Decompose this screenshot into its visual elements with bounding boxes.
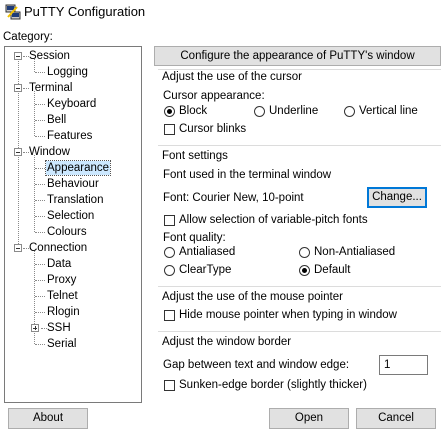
- cursor-block-label[interactable]: Block: [179, 105, 207, 117]
- cursor-blinks-label[interactable]: Cursor blinks: [179, 123, 246, 135]
- hide-pointer-label[interactable]: Hide mouse pointer when typing in window: [179, 309, 397, 321]
- cursor-vertical-line-label[interactable]: Vertical line: [359, 105, 418, 117]
- antialiased-label[interactable]: Antialiased: [179, 246, 235, 258]
- category-tree[interactable]: Session Logging Terminal Keyboard Bell F…: [4, 46, 142, 403]
- tree-item-label: Appearance: [47, 162, 110, 174]
- tree-item-serial[interactable]: Serial: [47, 337, 76, 351]
- cursor-blinks-checkbox[interactable]: [164, 124, 175, 135]
- cursor-block-radio[interactable]: [164, 106, 175, 117]
- cleartype-label[interactable]: ClearType: [179, 264, 231, 276]
- cleartype-radio[interactable]: [164, 265, 175, 276]
- mouse-group-title: Adjust the use of the mouse pointer: [162, 291, 343, 303]
- tree-item-label: Serial: [47, 338, 77, 350]
- tree-item-label: Session: [29, 50, 70, 62]
- non-antialiased-radio[interactable]: [299, 247, 310, 258]
- tree-item-logging[interactable]: Logging: [47, 65, 88, 79]
- cursor-underline-radio[interactable]: [254, 106, 265, 117]
- tree-item-window[interactable]: Window: [29, 145, 70, 159]
- tree-item-label: Colours: [47, 226, 87, 238]
- tree-item-label: Window: [29, 146, 70, 158]
- tree-item-ssh[interactable]: SSH: [47, 321, 71, 335]
- tree-item-rlogin[interactable]: Rlogin: [47, 305, 80, 319]
- divider: [158, 145, 441, 146]
- divider: [158, 69, 441, 70]
- tree-item-label: Data: [47, 258, 72, 270]
- tree-item-label: Logging: [47, 66, 88, 78]
- tree-item-translation[interactable]: Translation: [47, 193, 103, 207]
- tree-item-colours[interactable]: Colours: [47, 225, 87, 239]
- about-button[interactable]: About: [8, 408, 88, 429]
- collapse-session-icon[interactable]: [14, 52, 22, 60]
- tree-item-label: Telnet: [47, 290, 78, 302]
- tree-item-appearance[interactable]: Appearance: [44, 160, 112, 176]
- default-quality-radio[interactable]: [299, 265, 310, 276]
- tree-item-label: Proxy: [47, 274, 77, 286]
- antialiased-radio[interactable]: [164, 247, 175, 258]
- tree-item-label: SSH: [47, 322, 71, 334]
- tree-item-keyboard[interactable]: Keyboard: [47, 97, 96, 111]
- window-title: PuTTY Configuration: [24, 4, 146, 19]
- change-font-button[interactable]: Change...: [367, 187, 427, 208]
- border-group-title: Adjust the window border: [162, 336, 292, 348]
- font-subtitle: Font used in the terminal window: [163, 169, 332, 181]
- tree-item-label: Terminal: [29, 82, 73, 94]
- tree-item-bell[interactable]: Bell: [47, 113, 66, 127]
- category-label: Category:: [3, 31, 53, 43]
- gap-input[interactable]: 1: [379, 355, 428, 375]
- cancel-button[interactable]: Cancel: [356, 408, 436, 429]
- collapse-connection-icon[interactable]: [14, 244, 22, 252]
- tree-item-proxy[interactable]: Proxy: [47, 273, 76, 287]
- default-quality-label[interactable]: Default: [314, 264, 350, 276]
- panel-header: Configure the appearance of PuTTY's wind…: [154, 46, 441, 66]
- tree-item-label: Connection: [29, 242, 88, 254]
- tree-item-features[interactable]: Features: [47, 129, 92, 143]
- expand-ssh-icon[interactable]: [31, 324, 39, 332]
- cursor-appearance-label: Cursor appearance:: [163, 90, 265, 102]
- tree-item-data[interactable]: Data: [47, 257, 71, 271]
- putty-app-icon: [5, 4, 21, 20]
- current-font: Font: Courier New, 10-point: [163, 192, 304, 204]
- tree-item-label: Features: [47, 130, 93, 142]
- tree-item-label: Translation: [47, 194, 104, 206]
- tree-item-label: Keyboard: [47, 98, 97, 110]
- font-group-title: Font settings: [162, 150, 228, 162]
- collapse-terminal-icon[interactable]: [14, 84, 22, 92]
- gap-label: Gap between text and window edge:: [163, 359, 350, 371]
- divider: [158, 286, 441, 287]
- cursor-underline-label[interactable]: Underline: [269, 105, 318, 117]
- tree-item-connection[interactable]: Connection: [29, 241, 87, 255]
- cursor-group-title: Adjust the use of the cursor: [162, 71, 302, 83]
- variable-pitch-checkbox[interactable]: [164, 215, 175, 226]
- tree-item-label: Selection: [47, 210, 95, 222]
- font-quality-label: Font quality:: [163, 232, 226, 244]
- sunken-edge-checkbox[interactable]: [164, 380, 175, 391]
- open-button[interactable]: Open: [269, 408, 349, 429]
- tree-item-telnet[interactable]: Telnet: [47, 289, 78, 303]
- tree-item-session[interactable]: Session: [29, 49, 70, 63]
- variable-pitch-label[interactable]: Allow selection of variable-pitch fonts: [179, 214, 368, 226]
- sunken-edge-label[interactable]: Sunken-edge border (slightly thicker): [179, 379, 367, 391]
- tree-item-label: Behaviour: [47, 178, 99, 190]
- divider: [158, 331, 441, 332]
- tree-item-label: Rlogin: [47, 306, 80, 318]
- tree-item-selection[interactable]: Selection: [47, 209, 94, 223]
- tree-item-label: Bell: [47, 114, 67, 126]
- tree-item-terminal[interactable]: Terminal: [29, 81, 72, 95]
- hide-pointer-checkbox[interactable]: [164, 310, 175, 321]
- collapse-window-icon[interactable]: [14, 148, 22, 156]
- non-antialiased-label[interactable]: Non-Antialiased: [314, 246, 395, 258]
- tree-item-behaviour[interactable]: Behaviour: [47, 177, 99, 191]
- cursor-vertical-line-radio[interactable]: [344, 106, 355, 117]
